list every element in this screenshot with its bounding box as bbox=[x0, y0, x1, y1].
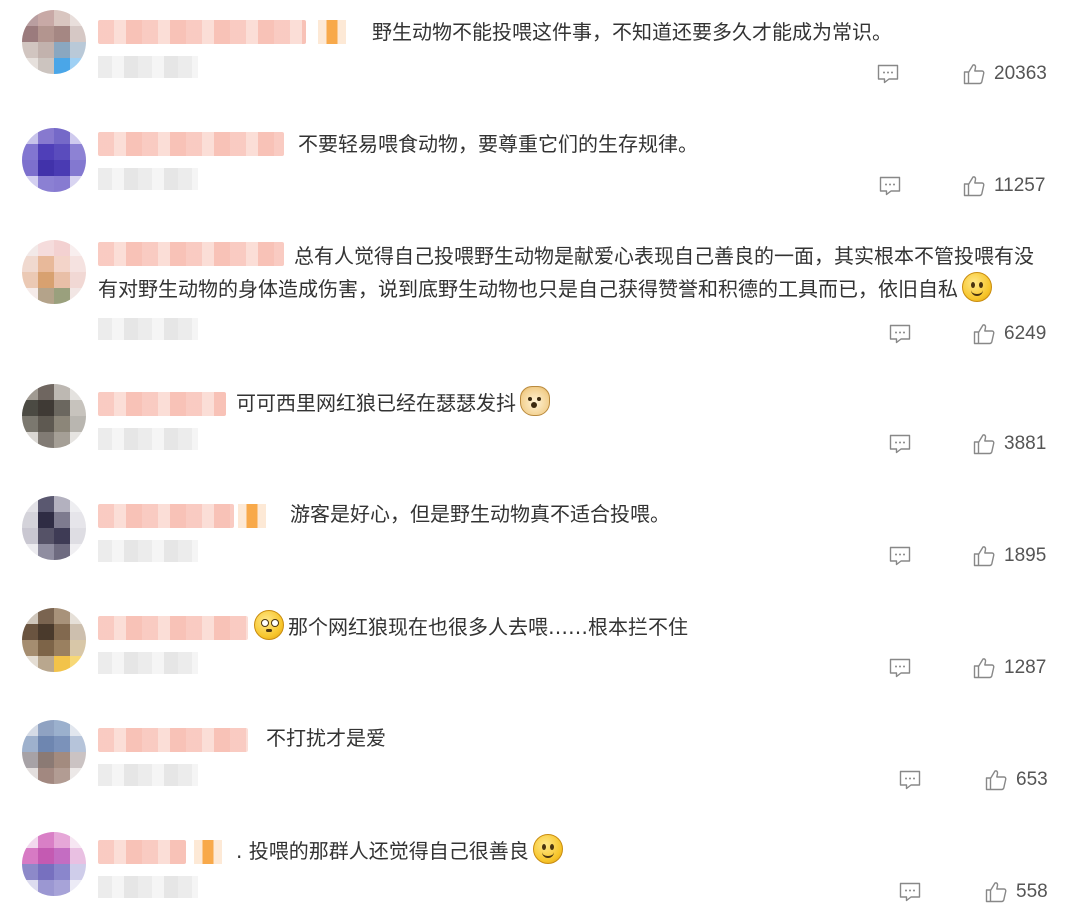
like-button[interactable]: 1287 bbox=[972, 656, 1046, 680]
like-count: 1895 bbox=[1004, 545, 1047, 566]
comment-icon[interactable] bbox=[888, 322, 912, 346]
smile-emoji bbox=[962, 272, 992, 302]
like-count: 558 bbox=[1016, 881, 1048, 902]
comment-item: 野生动物不能投喂这件事，不知道还要多久才能成为常识。 20363 bbox=[0, 0, 1080, 112]
username[interactable] bbox=[98, 20, 306, 44]
username[interactable] bbox=[98, 616, 248, 640]
like-count: 11257 bbox=[994, 175, 1046, 196]
avatar[interactable] bbox=[22, 608, 86, 672]
like-button[interactable]: 20363 bbox=[962, 62, 1047, 86]
comment-text-content: 不打扰才是爱 bbox=[266, 726, 386, 750]
like-button[interactable]: 1895 bbox=[972, 544, 1046, 568]
thumbs-up-icon bbox=[973, 658, 995, 679]
like-count: 653 bbox=[1016, 769, 1048, 790]
username[interactable] bbox=[98, 392, 226, 416]
comment-item: . 投喂的那群人还觉得自己很善良 558 bbox=[0, 818, 1080, 920]
comment-item: 可可西里网红狼已经在瑟瑟发抖 3881 bbox=[0, 370, 1080, 482]
thumbs-up-icon bbox=[985, 770, 1007, 791]
comment-item: 总有人觉得自己投喂野生动物是献爱心表现自己善良的一面，其实根本不管投喂有没有对野… bbox=[0, 224, 1080, 370]
user-meta bbox=[98, 168, 198, 190]
comment-icon[interactable] bbox=[888, 544, 912, 568]
comment-icon[interactable] bbox=[898, 768, 922, 792]
comment-text-content: 游客是好心，但是野生动物真不适合投喂。 bbox=[290, 502, 670, 526]
comment-text: 游客是好心，但是野生动物真不适合投喂。 bbox=[290, 498, 670, 530]
avatar[interactable] bbox=[22, 10, 86, 74]
comment-icon[interactable] bbox=[876, 62, 900, 86]
thumbs-up-icon bbox=[963, 64, 985, 85]
user-meta bbox=[98, 428, 198, 450]
thumbs-up-icon bbox=[963, 176, 985, 197]
like-count: 1287 bbox=[1004, 657, 1047, 678]
avatar[interactable] bbox=[22, 832, 86, 896]
username[interactable] bbox=[98, 728, 248, 752]
thumbs-up-icon bbox=[985, 882, 1007, 903]
user-meta bbox=[98, 764, 198, 786]
comment-icon[interactable] bbox=[878, 174, 902, 198]
user-badge bbox=[318, 20, 346, 44]
doge-emoji bbox=[520, 386, 550, 416]
avatar[interactable] bbox=[22, 240, 86, 304]
like-button[interactable]: 11257 bbox=[962, 174, 1045, 198]
comment-item: 不打扰才是爱 653 bbox=[0, 706, 1080, 818]
comment-text-content: 不要轻易喂食动物，要尊重它们的生存规律。 bbox=[298, 132, 698, 156]
comment-text-content: . 投喂的那群人还觉得自己很善良 bbox=[236, 839, 529, 863]
user-badge bbox=[194, 840, 222, 864]
smile-emoji bbox=[532, 834, 563, 864]
comment-item: 游客是好心，但是野生动物真不适合投喂。 1895 bbox=[0, 482, 1080, 594]
username[interactable] bbox=[98, 840, 186, 864]
comment-text: . 投喂的那群人还觉得自己很善良 bbox=[236, 834, 563, 867]
like-count: 6249 bbox=[1004, 323, 1047, 344]
like-button[interactable]: 3881 bbox=[972, 432, 1046, 456]
comment-text: 野生动物不能投喂这件事，不知道还要多久才能成为常识。 bbox=[372, 16, 892, 48]
user-meta bbox=[98, 540, 198, 562]
comment-text: 可可西里网红狼已经在瑟瑟发抖 bbox=[236, 386, 550, 419]
comment-text: 不打扰才是爱 bbox=[266, 722, 386, 754]
user-meta bbox=[98, 56, 198, 78]
comment-icon[interactable] bbox=[898, 880, 922, 904]
like-button[interactable]: 558 bbox=[984, 880, 1048, 904]
user-meta bbox=[98, 876, 198, 898]
comment-icon[interactable] bbox=[888, 656, 912, 680]
comment-icon[interactable] bbox=[888, 432, 912, 456]
username[interactable] bbox=[98, 132, 284, 156]
like-count: 20363 bbox=[994, 63, 1047, 84]
user-badge bbox=[238, 504, 266, 528]
thumbs-up-icon bbox=[973, 546, 995, 567]
comment-text: 总有人觉得自己投喂野生动物是献爱心表现自己善良的一面，其实根本不管投喂有没有对野… bbox=[98, 240, 1042, 305]
avatar[interactable] bbox=[22, 496, 86, 560]
user-meta bbox=[98, 318, 198, 340]
comment-text-content: 总有人觉得自己投喂野生动物是献爱心表现自己善良的一面，其实根本不管投喂有没有对野… bbox=[98, 244, 1034, 301]
comment-text: 不要轻易喂食动物，要尊重它们的生存规律。 bbox=[298, 128, 698, 160]
thumbs-up-icon bbox=[973, 434, 995, 455]
like-button[interactable]: 6249 bbox=[972, 322, 1046, 346]
comment-item: 不要轻易喂食动物，要尊重它们的生存规律。 11257 bbox=[0, 112, 1080, 224]
comment-text-content: 那个网红狼现在也很多人去喂……根本拦不住 bbox=[288, 615, 688, 639]
comment-text-content: 可可西里网红狼已经在瑟瑟发抖 bbox=[236, 391, 516, 415]
comment-text-content: 野生动物不能投喂这件事，不知道还要多久才能成为常识。 bbox=[372, 20, 892, 44]
user-meta bbox=[98, 652, 198, 674]
avatar[interactable] bbox=[22, 720, 86, 784]
username[interactable] bbox=[98, 504, 234, 528]
like-button[interactable]: 653 bbox=[984, 768, 1048, 792]
comment-text: 那个网红狼现在也很多人去喂……根本拦不住 bbox=[254, 610, 688, 643]
thumbs-up-icon bbox=[973, 324, 995, 345]
like-count: 3881 bbox=[1004, 433, 1047, 454]
flushed-emoji bbox=[254, 610, 284, 640]
avatar[interactable] bbox=[22, 384, 86, 448]
avatar[interactable] bbox=[22, 128, 86, 192]
comment-item: 那个网红狼现在也很多人去喂……根本拦不住 1287 bbox=[0, 594, 1080, 706]
